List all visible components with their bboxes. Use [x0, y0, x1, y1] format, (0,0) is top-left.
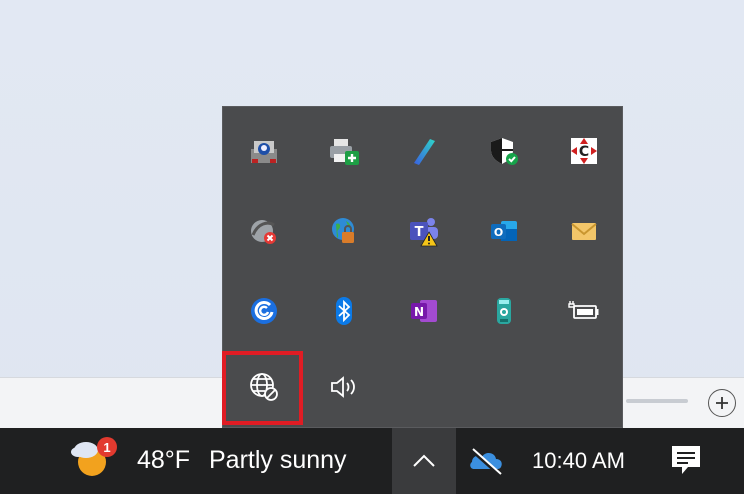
weather-alert-badge: 1 [97, 437, 117, 457]
bluetooth-icon[interactable] [321, 288, 367, 334]
globe-lock-icon[interactable] [321, 208, 367, 254]
weather-description[interactable]: Partly sunny [209, 446, 347, 475]
zoom-slider-track[interactable] [626, 399, 688, 403]
outlook-icon[interactable]: O [481, 208, 527, 254]
svg-text:O: O [494, 226, 503, 239]
clock-time[interactable]: 10:40 AM [532, 448, 625, 474]
highlight-box-network-icon [222, 351, 303, 425]
printer-robot-icon[interactable] [241, 128, 287, 174]
windows-security-icon[interactable] [481, 128, 527, 174]
weather-temperature[interactable]: 48°F [137, 446, 190, 475]
chevron-up-icon [413, 454, 435, 467]
svg-text:T: T [415, 225, 424, 240]
plus-icon [716, 397, 728, 409]
webex-app-icon[interactable] [241, 288, 287, 334]
device-usb-icon[interactable] [481, 288, 527, 334]
pen-app-icon[interactable] [401, 128, 447, 174]
onedrive-offline-icon[interactable] [467, 444, 505, 478]
add-printer-icon[interactable] [321, 128, 367, 174]
show-hidden-icons-button[interactable] [392, 428, 456, 494]
mail-envelope-icon[interactable] [561, 208, 607, 254]
onenote-icon[interactable]: N [401, 288, 447, 334]
svg-text:C: C [579, 144, 589, 160]
c-logo-app-icon[interactable]: C [561, 128, 607, 174]
zoom-in-button[interactable] [708, 389, 736, 417]
battery-charging-icon[interactable] [561, 288, 607, 334]
sound-volume-icon[interactable] [321, 364, 367, 410]
svg-text:N: N [414, 305, 424, 319]
notifications-icon[interactable] [668, 443, 704, 477]
teams-warning-icon[interactable]: T [401, 208, 447, 254]
network-error-icon[interactable] [241, 208, 287, 254]
